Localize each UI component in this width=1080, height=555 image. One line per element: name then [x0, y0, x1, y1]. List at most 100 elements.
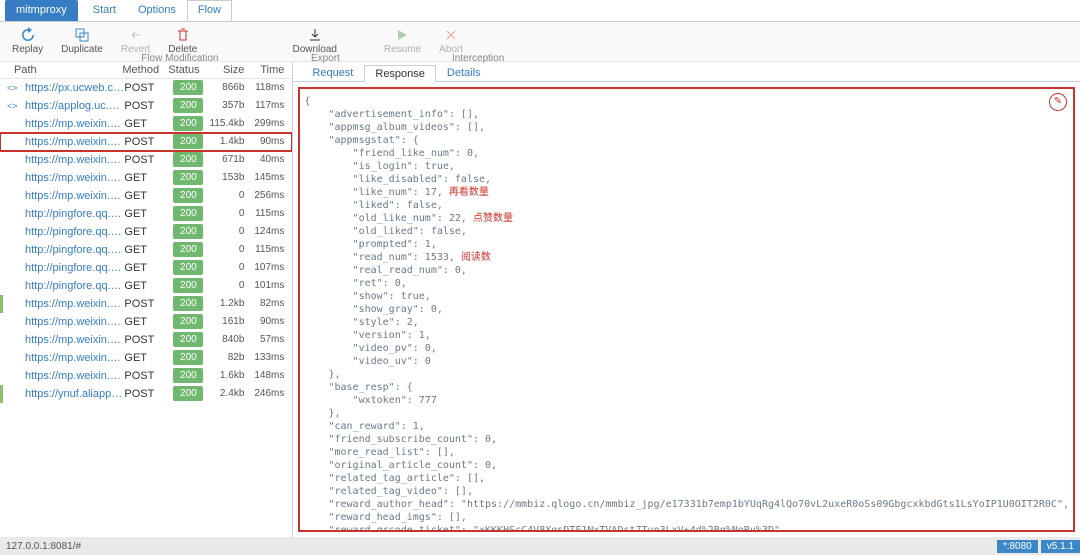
table-row[interactable]: https://ynuf.aliapp.org/saveWb.json?evt=… — [0, 385, 292, 403]
edit-icon[interactable]: ✎ — [1049, 93, 1067, 111]
table-row[interactable]: https://mp.weixin.qq.com/mp/geticon?__bi… — [0, 187, 292, 205]
flow-method: GET — [124, 169, 170, 187]
flow-method: GET — [124, 205, 170, 223]
table-row[interactable]: http://pingfore.qq.com/pingd?dm=wxa.wxs.… — [0, 259, 292, 277]
col-size[interactable]: Size — [206, 64, 250, 76]
delete-button[interactable]: Delete — [164, 25, 201, 55]
type-icon — [7, 205, 17, 223]
table-row[interactable]: https://mp.weixin.qq.com/mp/appmsgreport… — [0, 367, 292, 385]
col-path[interactable]: Path — [14, 64, 122, 76]
flow-method: POST — [124, 133, 170, 151]
response-body[interactable]: ✎ { "advertisement_info": [], "appmsg_al… — [298, 87, 1075, 532]
flow-time: 118ms — [250, 79, 292, 97]
flow-method: POST — [124, 79, 170, 97]
duplicate-button[interactable]: Duplicate — [57, 25, 107, 55]
replay-button[interactable]: Replay — [8, 25, 47, 55]
flow-time: 40ms — [250, 151, 292, 169]
flow-status: 200 — [173, 188, 203, 203]
table-row[interactable]: http://pingfore.qq.com/pingd?dm=wxa.wxs.… — [0, 241, 292, 259]
table-row[interactable]: https://mp.weixin.qq.com/mp/jsmonitor?id… — [0, 349, 292, 367]
flow-status: 200 — [173, 206, 203, 221]
flow-url: https://mp.weixin.qq.com/mp/getappmsgad?… — [17, 151, 124, 169]
flow-url: https://ynuf.aliapp.org/saveWb.json?evt=… — [17, 385, 124, 403]
duplicate-icon — [74, 27, 90, 43]
flow-time: 117ms — [250, 97, 292, 115]
flow-url: https://mp.weixin.qq.com/tp/datareport/r… — [17, 331, 124, 349]
type-icon — [7, 313, 17, 331]
type-icon — [7, 115, 17, 133]
flow-url: https://px.ucweb.com/api/v1/raw/upload — [17, 79, 124, 97]
flow-size: 0 — [206, 187, 250, 205]
top-tabs: mitmproxy Start Options Flow — [0, 0, 1080, 22]
table-row[interactable]: https://mp.weixin.qq.com/s?__biz=MzU1NDk… — [0, 115, 292, 133]
type-icon — [7, 223, 17, 241]
flow-status: 200 — [173, 260, 203, 275]
tab-options[interactable]: Options — [127, 0, 187, 21]
flow-url: https://mp.weixin.qq.com/mp/advertisemen… — [17, 169, 124, 187]
flow-url: https://mp.weixin.qq.com/mp/jsmonitor?id… — [17, 349, 124, 367]
table-row[interactable]: https://mp.weixin.qq.com/mp/appmsgpicrep… — [0, 295, 292, 313]
flow-method: GET — [124, 277, 170, 295]
table-row[interactable]: https://mp.weixin.qq.com/tp/datareport/r… — [0, 331, 292, 349]
col-method[interactable]: Method — [122, 64, 168, 76]
col-status[interactable]: Status — [168, 64, 206, 76]
flow-status: 200 — [173, 170, 203, 185]
annotation-likes: 再看数量 — [449, 187, 489, 198]
flow-status: 200 — [173, 314, 203, 329]
type-icon — [7, 187, 17, 205]
json-content: { "advertisement_info": [], "appmsg_albu… — [304, 95, 1069, 532]
col-time[interactable]: Time — [250, 64, 292, 76]
flow-url: http://pingfore.qq.com/pingd?dm=wxa.wxs.… — [17, 241, 124, 259]
table-row[interactable]: https://mp.weixin.qq.com/mp/getappmsgad?… — [0, 151, 292, 169]
table-row[interactable]: http://pingfore.qq.com/pingd?dm=wxa.wxs.… — [0, 277, 292, 295]
flow-url: http://pingfore.qq.com/pingd?dm=wxa.wxs.… — [17, 205, 124, 223]
flow-method: POST — [124, 385, 170, 403]
flow-status: 200 — [173, 98, 203, 113]
status-address: 127.0.0.1:8081/# — [6, 541, 81, 552]
table-row[interactable]: <>https://px.ucweb.com/api/v1/raw/upload… — [0, 79, 292, 97]
resume-button: Resume — [380, 25, 425, 55]
flow-time: 90ms — [250, 313, 292, 331]
type-icon — [7, 367, 17, 385]
flow-size: 0 — [206, 241, 250, 259]
flow-status: 200 — [173, 134, 203, 149]
flow-method: POST — [124, 97, 170, 115]
table-row[interactable]: https://mp.weixin.qq.com/mp/jsmonitor?id… — [0, 313, 292, 331]
group-flowmod: Flow Modification — [141, 53, 218, 64]
flow-method: POST — [124, 367, 170, 385]
table-row[interactable]: <>https://applog.uc.cn/collect?chk=df365… — [0, 97, 292, 115]
flow-url: https://applog.uc.cn/collect?chk=df36595… — [17, 97, 124, 115]
table-row[interactable]: http://pingfore.qq.com/pingd?dm=wxa.wxs.… — [0, 205, 292, 223]
tab-start[interactable]: Start — [82, 0, 127, 21]
tab-brand[interactable]: mitmproxy — [5, 0, 78, 21]
table-row[interactable]: https://mp.weixin.qq.com/mp/getappmsgext… — [0, 133, 292, 151]
type-icon — [7, 385, 17, 403]
flow-time: 256ms — [250, 187, 292, 205]
revert-icon — [128, 27, 144, 43]
flow-status: 200 — [173, 224, 203, 239]
flow-size: 153b — [206, 169, 250, 187]
flow-size: 0 — [206, 223, 250, 241]
table-row[interactable]: http://pingfore.qq.com/pingd?dm=wxa.wxs.… — [0, 223, 292, 241]
flow-url: http://pingfore.qq.com/pingd?dm=wxa.wxs.… — [17, 223, 124, 241]
tab-request[interactable]: Request — [301, 64, 364, 81]
type-icon: <> — [7, 97, 17, 115]
flow-time: 57ms — [250, 331, 292, 349]
type-icon — [7, 151, 17, 169]
flow-time: 148ms — [250, 367, 292, 385]
flow-time: 115ms — [250, 205, 292, 223]
tab-flow[interactable]: Flow — [187, 0, 232, 21]
type-icon — [7, 349, 17, 367]
flow-size: 1.6kb — [206, 367, 250, 385]
download-button[interactable]: Download — [288, 25, 340, 55]
tab-details[interactable]: Details — [436, 64, 492, 81]
flow-method: GET — [124, 223, 170, 241]
flow-status: 200 — [173, 350, 203, 365]
abort-button: Abort — [435, 25, 467, 55]
flow-method: GET — [124, 349, 170, 367]
status-bar: 127.0.0.1:8081/# *:8080 v5.1.1 — [0, 537, 1080, 555]
tab-response[interactable]: Response — [364, 65, 436, 82]
detail-panel: Request Response Details ✎ { "advertisem… — [293, 62, 1080, 537]
table-row[interactable]: https://mp.weixin.qq.com/mp/advertisemen… — [0, 169, 292, 187]
annotation-reads: 阅读数 — [461, 252, 491, 263]
